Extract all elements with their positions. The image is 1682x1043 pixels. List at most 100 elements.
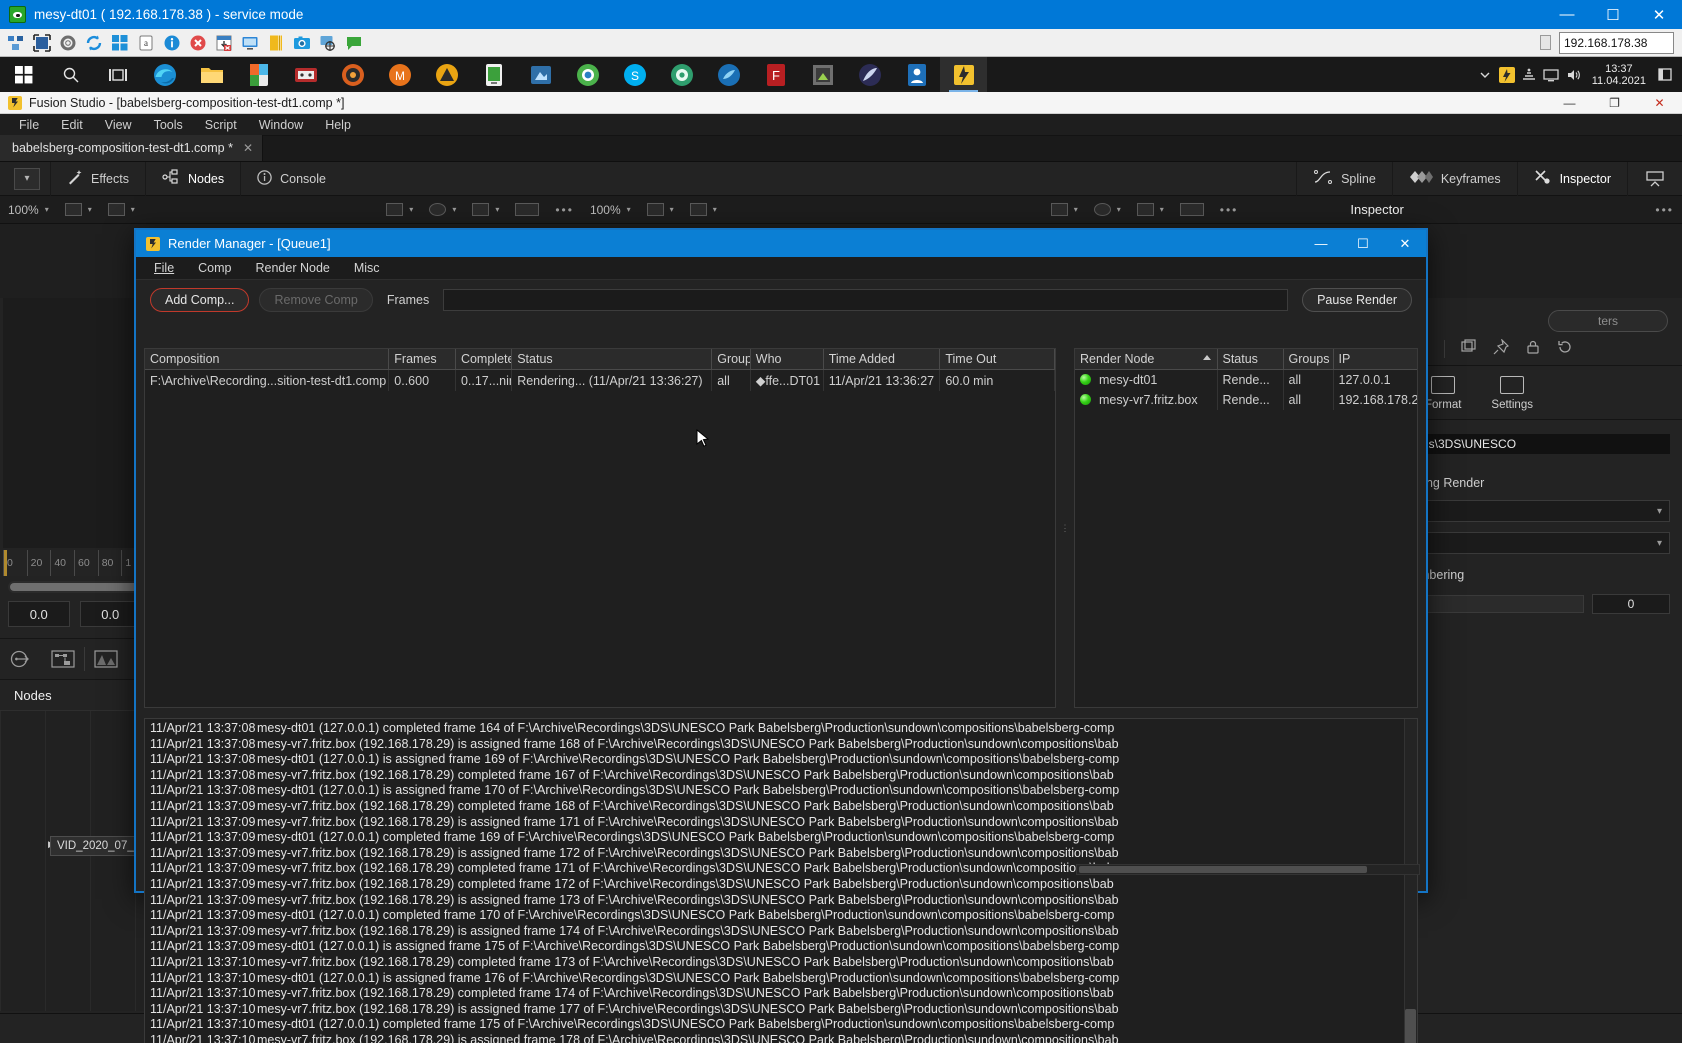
node-table-horizontal-scrollbar[interactable] xyxy=(1076,864,1420,875)
chevron-down-icon[interactable]: ▾ xyxy=(670,205,674,214)
time-in-field[interactable]: 0.0 xyxy=(8,601,70,627)
composition-tab[interactable]: babelsberg-composition-test-dt1.comp * ✕ xyxy=(0,135,264,161)
render-manager-minimize-button[interactable]: — xyxy=(1300,230,1342,257)
chevron-down-icon[interactable]: ▾ xyxy=(45,205,49,214)
inspector-number-field[interactable]: 0 xyxy=(1592,594,1670,614)
viewer2-more-button[interactable]: ••• xyxy=(1212,203,1247,217)
timeline-scrollbar[interactable] xyxy=(8,581,141,593)
tab-effects[interactable]: Effects xyxy=(50,161,145,196)
tab-format[interactable]: Format xyxy=(1425,376,1461,411)
windows-icon[interactable] xyxy=(108,31,132,55)
notifications-icon[interactable] xyxy=(1654,57,1676,92)
add-comp-button[interactable]: Add Comp... xyxy=(150,288,250,312)
chevron-down-icon[interactable]: ▾ xyxy=(1074,205,1078,214)
chevron-down-icon[interactable]: ▾ xyxy=(409,205,413,214)
crosshair-icon[interactable] xyxy=(316,31,340,55)
filezilla-icon[interactable]: F xyxy=(752,57,799,92)
display-tray-icon[interactable] xyxy=(1540,57,1562,92)
close-icon[interactable]: ✕ xyxy=(243,141,253,155)
volume-icon[interactable] xyxy=(1562,57,1584,92)
viewer-stage[interactable] xyxy=(3,298,145,548)
render-manager-maximize-button[interactable]: ☐ xyxy=(1342,230,1384,257)
inspector-more-button[interactable]: ••• xyxy=(1647,203,1682,217)
fusion-minimize-button[interactable]: — xyxy=(1547,92,1592,114)
chevron-down-icon[interactable]: ▾ xyxy=(452,205,456,214)
chevron-down-icon[interactable]: ▾ xyxy=(88,205,92,214)
chevron-down-icon[interactable]: ▾ xyxy=(131,205,135,214)
viewer2-frame-control[interactable] xyxy=(1172,203,1212,216)
viewer2-grid-control[interactable]: ▾ xyxy=(1129,203,1172,216)
log-vertical-thumb[interactable] xyxy=(1405,1009,1416,1043)
app-blue2-icon[interactable] xyxy=(893,57,940,92)
inspector-path-field[interactable]: gs\3DS\UNESCO xyxy=(1419,434,1670,454)
vnc-maximize-button[interactable]: ☐ xyxy=(1590,0,1636,29)
fusion-close-button[interactable]: ✕ xyxy=(1637,92,1682,114)
chevron-down-icon[interactable]: ▾ xyxy=(713,205,717,214)
vnc-minimize-button[interactable]: — xyxy=(1544,0,1590,29)
viewer-mode-a[interactable]: ▾ xyxy=(57,203,100,216)
log-vertical-scrollbar[interactable] xyxy=(1404,719,1417,1043)
render-log-panel[interactable]: 11/Apr/21 13:37:08 mesy-dt01 (127.0.0.1) … xyxy=(144,718,1418,1043)
menu-view[interactable]: View xyxy=(94,114,143,136)
menu-help[interactable]: Help xyxy=(314,114,362,136)
monitor-icon[interactable] xyxy=(238,31,262,55)
notes-icon[interactable] xyxy=(264,31,288,55)
table-row[interactable]: mesy-vr7.fritz.box Rende... all 192.168.… xyxy=(1075,390,1417,410)
thumbnail-icon[interactable] xyxy=(85,638,127,680)
rm-menu-file[interactable]: File xyxy=(142,257,186,280)
store-icon[interactable] xyxy=(235,57,282,92)
ctrl-alt-del-icon[interactable]: a xyxy=(134,31,158,55)
table-row[interactable]: F:\Archive\Recording...sition-test-dt1.c… xyxy=(145,369,1055,391)
task-view-icon[interactable] xyxy=(94,57,141,92)
menu-edit[interactable]: Edit xyxy=(50,114,94,136)
fusion-maximize-button[interactable]: ❐ xyxy=(1592,92,1637,114)
col-node-ip[interactable]: IP xyxy=(1333,349,1417,370)
fullscreen-icon[interactable] xyxy=(30,31,54,55)
app-lightblue-icon[interactable] xyxy=(705,57,752,92)
autodesk-icon[interactable] xyxy=(423,57,470,92)
chevron-up-icon[interactable] xyxy=(1474,57,1496,92)
inspector-slider[interactable] xyxy=(1419,595,1584,613)
app-blue-icon[interactable] xyxy=(517,57,564,92)
time-out-field[interactable]: 0.0 xyxy=(79,601,141,627)
chevron-down-icon[interactable]: ▾ xyxy=(495,205,499,214)
rm-menu-misc[interactable]: Misc xyxy=(342,257,392,280)
col-node-groups[interactable]: Groups xyxy=(1283,349,1334,370)
copy-icon[interactable] xyxy=(1460,339,1477,358)
vnc-close-button[interactable]: ✕ xyxy=(1636,0,1682,29)
menu-file[interactable]: File xyxy=(8,114,50,136)
pass-through-icon[interactable] xyxy=(0,638,42,680)
viewer-color-control[interactable]: ▾ xyxy=(421,203,464,216)
inspector-select-1[interactable]: ▾ xyxy=(1419,500,1670,522)
skype-icon[interactable]: S xyxy=(611,57,658,92)
firefox-icon[interactable] xyxy=(564,57,611,92)
tables-splitter[interactable]: ⋮ xyxy=(1061,348,1070,708)
gear-icon[interactable] xyxy=(56,31,80,55)
col-render-node[interactable]: Render Node xyxy=(1075,349,1218,370)
edge-icon[interactable] xyxy=(141,57,188,92)
menu-tools[interactable]: Tools xyxy=(143,114,194,136)
menu-script[interactable]: Script xyxy=(194,114,248,136)
tab-spline[interactable]: Spline xyxy=(1296,161,1392,196)
composition-table-container[interactable]: Composition Frames Completed Status Grou… xyxy=(144,348,1056,708)
network-icon[interactable] xyxy=(4,31,28,55)
fusion-taskbar-icon[interactable] xyxy=(940,57,987,92)
lock-icon[interactable] xyxy=(1525,339,1541,358)
zoom-right-control[interactable]: 100% ▾ xyxy=(582,203,639,217)
network-tray-icon[interactable] xyxy=(1518,57,1540,92)
taskbar-clock[interactable]: 13:37 11.04.2021 xyxy=(1584,63,1654,87)
render-manager-close-button[interactable]: ✕ xyxy=(1384,230,1426,257)
app-green-icon[interactable] xyxy=(470,57,517,92)
info-icon[interactable] xyxy=(160,31,184,55)
viewer2-color-control[interactable]: ▾ xyxy=(1086,203,1129,216)
fusion-tray-icon[interactable] xyxy=(1496,57,1518,92)
table-row[interactable]: mesy-dt01 Rende... all 127.0.0.1 xyxy=(1075,369,1417,390)
tab-inspector[interactable]: Inspector xyxy=(1516,161,1627,196)
vnc-address-input[interactable]: 192.168.178.38 xyxy=(1559,31,1674,54)
menu-window[interactable]: Window xyxy=(248,114,314,136)
search-icon[interactable] xyxy=(47,57,94,92)
chevron-down-icon[interactable]: ▾ xyxy=(627,205,631,214)
zoom-left-control[interactable]: 100% ▾ xyxy=(0,203,57,217)
viewer2-lut-control[interactable]: ▾ xyxy=(1043,203,1086,216)
col-frames[interactable]: Frames xyxy=(388,349,456,370)
